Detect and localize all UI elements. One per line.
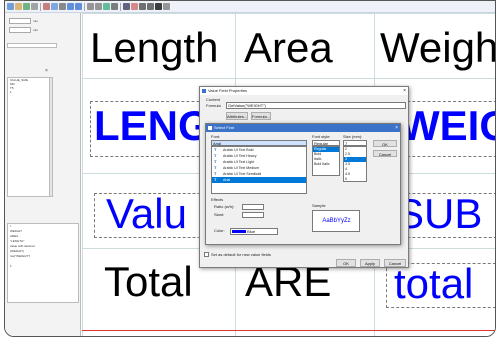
line-icon[interactable] xyxy=(139,3,146,10)
font-name: Arial xyxy=(223,178,231,182)
slant-input[interactable] xyxy=(242,212,264,218)
font-style-label: Font style: xyxy=(312,134,331,139)
font-cancel-button[interactable]: Cancel xyxy=(373,150,397,157)
truetype-icon: T xyxy=(214,153,217,158)
header-length[interactable]: Length xyxy=(90,27,218,69)
output-line: 1 xyxy=(10,264,12,268)
slant-label: Slant: xyxy=(214,212,225,217)
formula-button[interactable]: Formula... xyxy=(251,112,271,120)
truetype-icon: T xyxy=(214,171,217,176)
font-name: Arabic UI Text Medium xyxy=(223,166,260,170)
toolbar xyxy=(5,1,495,13)
app-window: mm mm × VALUE_SIZE MG T5 1 t WEIGHT AREA "LENG… xyxy=(4,0,496,337)
font-name: Arabic UI Text Light xyxy=(223,160,255,164)
paste-icon[interactable] xyxy=(59,3,66,10)
close-icon[interactable]: × xyxy=(395,124,398,132)
y-unit-label: mm xyxy=(33,28,38,32)
font-name: Arabic UI Text Bold xyxy=(223,148,254,152)
dialog-title: Value Field Properties xyxy=(208,88,248,93)
tree-view[interactable]: VALUE_SIZE MG T5 1 xyxy=(7,77,51,197)
tree-header[interactable] xyxy=(7,43,57,48)
size-label: Size (mm): xyxy=(343,134,363,139)
x-unit-label: mm xyxy=(33,19,38,23)
cut-icon[interactable] xyxy=(43,3,50,10)
sample-preview: AaBbYyZz xyxy=(312,210,360,232)
color-swatch xyxy=(232,230,246,233)
font-style-list[interactable]: Regular Bold Italic Bold Italic xyxy=(312,146,340,176)
weight-value-field[interactable]: WEIG xyxy=(400,105,495,147)
attributes-button[interactable]: Attributes... xyxy=(226,112,248,120)
truetype-icon: T xyxy=(214,159,217,164)
value-field[interactable]: Valu xyxy=(106,193,187,235)
save-icon[interactable] xyxy=(23,3,30,10)
new-icon[interactable] xyxy=(7,3,14,10)
y-position-input[interactable] xyxy=(9,27,31,33)
formula-input[interactable]: GetValue("WEIGHT") xyxy=(226,102,406,109)
grid-icon[interactable] xyxy=(103,3,110,10)
cancel-button[interactable]: Cancel xyxy=(384,259,406,267)
header-area[interactable]: Area xyxy=(244,27,333,69)
ratio-input[interactable] xyxy=(242,204,264,210)
default-checkbox[interactable] xyxy=(204,252,209,257)
size-list[interactable]: 2 2.5 3 3.5 4 4.5 5 xyxy=(343,146,367,182)
formula-output[interactable]: t WEIGHT AREA "LENGTH" value with decimal (WE… xyxy=(7,223,79,303)
close-icon[interactable]: × xyxy=(403,87,406,95)
font-name: Arabic UI Text Semibold xyxy=(223,172,262,176)
barcode-icon[interactable] xyxy=(155,3,162,10)
copy-icon[interactable] xyxy=(51,3,58,10)
app-icon xyxy=(208,126,212,130)
ratio-label: Ratio (w/h): xyxy=(214,204,235,209)
font-list-item[interactable]: T Arial xyxy=(212,177,306,183)
font-dialog-title: Select Font xyxy=(214,125,235,130)
formula-label: Formula xyxy=(206,103,221,108)
color-select[interactable]: Blue xyxy=(230,228,278,235)
default-checkbox-label: Set as default for new value fields xyxy=(211,252,271,257)
truetype-icon: T xyxy=(214,177,217,182)
close-icon[interactable]: × xyxy=(45,69,48,74)
effects-label: Effects xyxy=(211,197,224,202)
content-label: Content xyxy=(206,97,221,102)
properties-panel: mm mm × VALUE_SIZE MG T5 1 t WEIGHT AREA "LENG… xyxy=(5,13,81,336)
x-position-input[interactable] xyxy=(9,18,31,24)
font-ok-button[interactable]: OK xyxy=(373,140,397,147)
zoom-out-icon[interactable] xyxy=(95,3,102,10)
settings-icon[interactable] xyxy=(163,3,170,10)
align-icon[interactable] xyxy=(111,3,118,10)
total-label[interactable]: Total xyxy=(104,261,193,303)
text-icon[interactable] xyxy=(123,3,130,10)
color-label: Color: xyxy=(214,228,225,233)
apply-button[interactable]: Apply xyxy=(360,259,380,267)
ok-button[interactable]: OK xyxy=(336,259,356,267)
tree-scrollbar[interactable] xyxy=(49,77,53,197)
truetype-icon: T xyxy=(214,147,217,152)
size-list-item[interactable]: 5 xyxy=(344,177,366,181)
tree-item[interactable]: 1 xyxy=(8,90,50,94)
dialog-title-bar[interactable]: Value Field Properties × xyxy=(200,87,408,95)
header-weight[interactable]: Weigh xyxy=(380,27,495,69)
truetype-icon: T xyxy=(214,165,217,170)
image-icon[interactable] xyxy=(131,3,138,10)
print-icon[interactable] xyxy=(31,3,38,10)
rect-icon[interactable] xyxy=(147,3,154,10)
color-value: Blue xyxy=(247,229,256,234)
length-value-field[interactable]: LENG xyxy=(94,105,211,147)
sample-label: Sample xyxy=(312,203,326,208)
style-list-item[interactable]: Bold Italic xyxy=(313,162,339,167)
zoom-in-icon[interactable] xyxy=(87,3,94,10)
undo-icon[interactable] xyxy=(67,3,74,10)
font-dialog-title-bar[interactable]: Select Font × xyxy=(206,124,400,132)
font-list[interactable]: T Arabic UI Text Bold T Arabic UI Text Heav… xyxy=(211,146,307,194)
open-icon[interactable] xyxy=(15,3,22,10)
app-icon xyxy=(202,89,206,93)
total-value-field[interactable]: total xyxy=(394,263,473,305)
redo-icon[interactable] xyxy=(75,3,82,10)
font-name: Arabic UI Text Heavy xyxy=(223,154,257,158)
font-label: Font: xyxy=(211,134,221,139)
select-font-dialog: Select Font × Font: Arial T Arabic UI Tex… xyxy=(205,123,401,245)
